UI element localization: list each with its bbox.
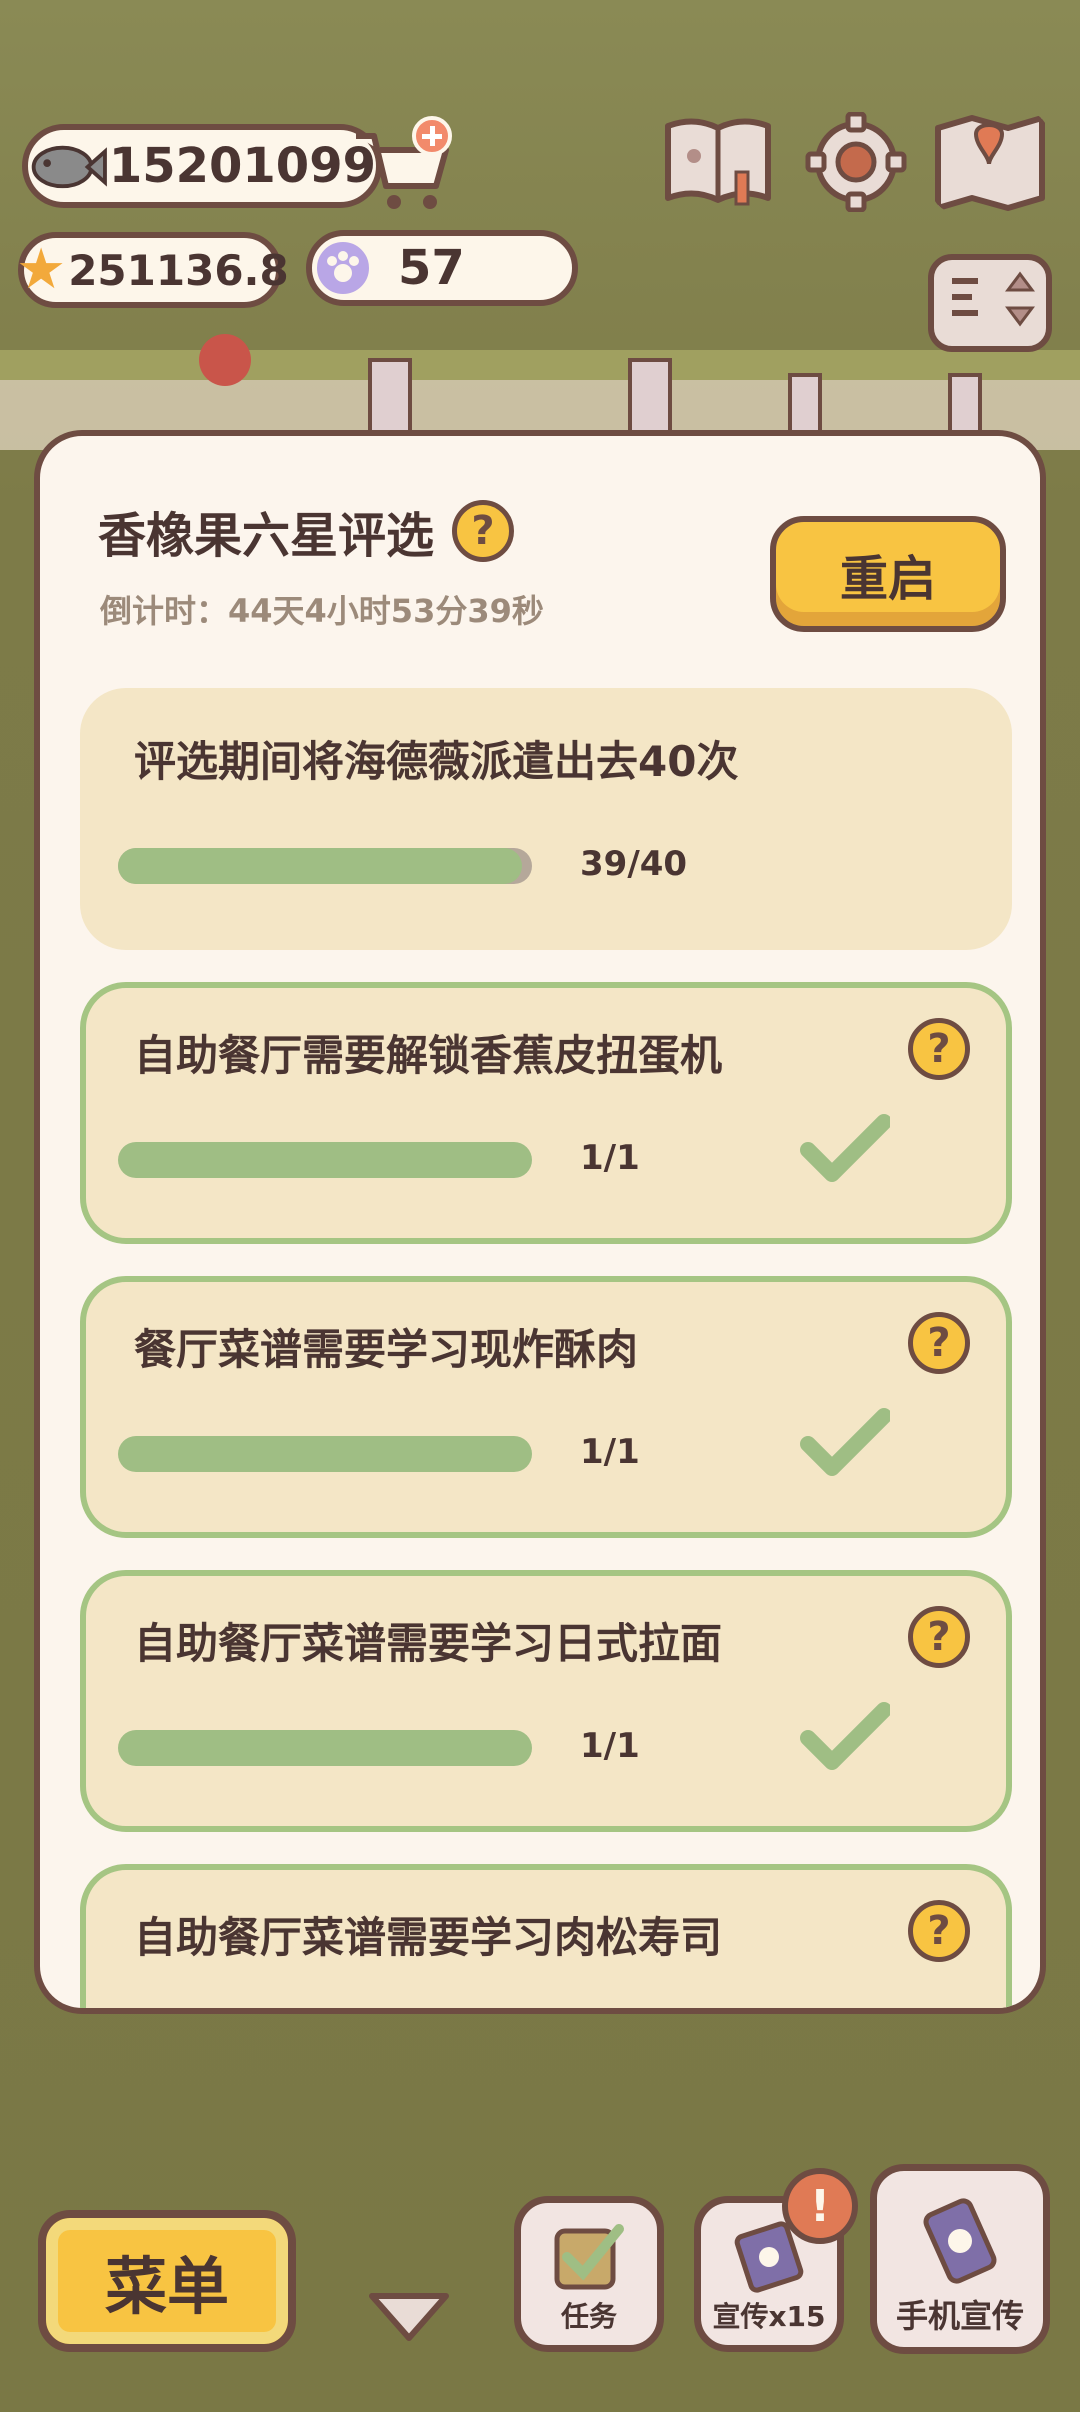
task-progress-count: 39/40 bbox=[580, 844, 688, 884]
checkmark-icon bbox=[800, 1408, 890, 1476]
book-icon[interactable] bbox=[660, 112, 776, 212]
sort-arrows-icon bbox=[952, 271, 1035, 327]
paw-coin-pill: 57 bbox=[306, 230, 578, 306]
star-count: 251136.8 bbox=[68, 245, 289, 295]
modal-title-row: 香橡果六星评选 ? bbox=[98, 496, 515, 566]
paw-coin-icon bbox=[313, 238, 373, 298]
task-label: 自助餐厅菜谱需要学习日式拉面 bbox=[134, 1619, 723, 1668]
help-icon[interactable]: ? bbox=[452, 500, 515, 562]
task-progress-fill bbox=[118, 848, 522, 884]
task-label: 评选期间将海德薇派遣出去40次 bbox=[134, 737, 739, 786]
task-progress-bar bbox=[118, 1436, 532, 1472]
task-progress-bar bbox=[118, 848, 532, 884]
task-progress-count: 1/1 bbox=[580, 1432, 640, 1472]
gear-icon[interactable] bbox=[798, 112, 914, 212]
collapse-arrow-icon[interactable] bbox=[364, 2286, 454, 2346]
help-icon[interactable]: ? bbox=[908, 1312, 970, 1374]
task-label: 自助餐厅菜谱需要学习肉松寿司 bbox=[134, 1913, 723, 1962]
checkmark-icon bbox=[800, 1114, 890, 1182]
phone-icon bbox=[923, 2198, 997, 2284]
task-label: 自助餐厅需要解锁香蕉皮扭蛋机 bbox=[134, 1031, 723, 1080]
star-currency-pill: ★ 251136.8 bbox=[16, 232, 289, 308]
task-progress-count: 1/1 bbox=[580, 1138, 640, 1178]
checkmark-icon bbox=[800, 1702, 890, 1770]
task-item: 自助餐厅需要解锁香蕉皮扭蛋机 ? 1/1 bbox=[80, 982, 1012, 1244]
alert-badge-icon: ! bbox=[782, 2168, 858, 2244]
restart-button[interactable]: 重启 bbox=[770, 516, 1006, 632]
task-item: 餐厅菜谱需要学习现炸酥肉 ? 1/1 bbox=[80, 1276, 1012, 1538]
map-icon[interactable] bbox=[932, 112, 1048, 212]
task-button[interactable]: 任务 bbox=[514, 2196, 664, 2352]
help-icon[interactable]: ? bbox=[908, 1900, 970, 1962]
countdown-timer: 倒计时：44天4小时53分39秒 bbox=[100, 592, 544, 630]
task-list[interactable]: 评选期间将海德薇派遣出去40次 39/40 自助餐厅需要解锁香蕉皮扭蛋机 ? 1… bbox=[80, 688, 1012, 2008]
task-label: 餐厅菜谱需要学习现炸酥肉 bbox=[134, 1325, 639, 1374]
fish-count: 15201099 bbox=[108, 138, 376, 194]
phone-promo-button[interactable]: 手机宣传 bbox=[870, 2164, 1050, 2354]
help-icon[interactable]: ? bbox=[908, 1018, 970, 1080]
modal-title: 香橡果六星评选 bbox=[98, 508, 435, 564]
task-item: 自助餐厅菜谱需要学习日式拉面 ? 1/1 bbox=[80, 1570, 1012, 1832]
task-checklist-icon bbox=[554, 2224, 624, 2290]
task-button-label: 任务 bbox=[560, 2300, 617, 2333]
task-progress-bar bbox=[118, 1730, 532, 1766]
shop-cart-add-icon[interactable] bbox=[350, 116, 460, 216]
fish-currency-pill: 15201099 bbox=[22, 124, 382, 208]
help-icon[interactable]: ? bbox=[908, 1606, 970, 1668]
star-icon: ★ bbox=[16, 237, 67, 302]
task-item: 评选期间将海德薇派遣出去40次 39/40 bbox=[80, 688, 1012, 950]
task-item: 自助餐厅菜谱需要学习肉松寿司 ? bbox=[80, 1864, 1012, 2008]
promo-button-label: 宣传x15 bbox=[712, 2300, 826, 2333]
fish-icon bbox=[31, 145, 107, 189]
sort-toggle-button[interactable] bbox=[928, 254, 1052, 352]
phone-promo-label: 手机宣传 bbox=[895, 2297, 1024, 2335]
menu-button[interactable]: 菜单 bbox=[38, 2210, 296, 2352]
paw-coin-count: 57 bbox=[398, 240, 465, 296]
task-progress-count: 1/1 bbox=[580, 1726, 640, 1766]
evaluation-modal: 香橡果六星评选 ? 倒计时：44天4小时53分39秒 重启 评选期间将海德薇派遣… bbox=[34, 430, 1046, 2014]
task-progress-bar bbox=[118, 1142, 532, 1178]
